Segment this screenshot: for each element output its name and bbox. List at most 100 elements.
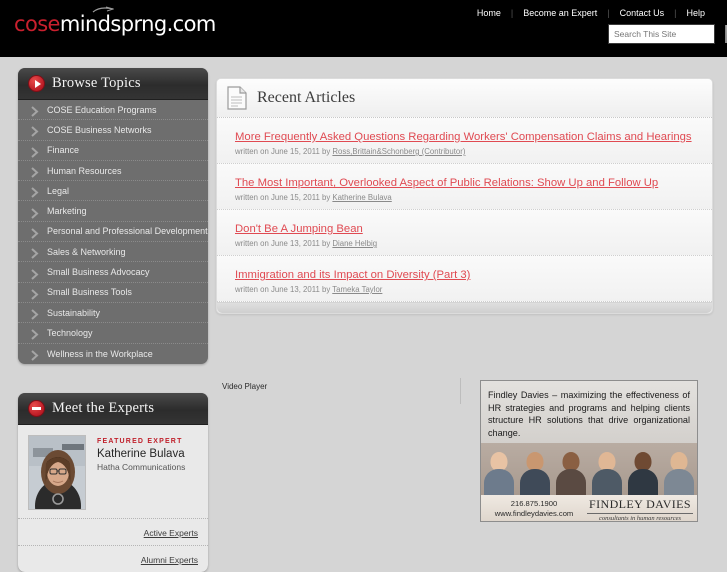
- chevron-right-icon: [30, 287, 40, 300]
- chevron-right-icon: [30, 104, 40, 117]
- advertisement-brand-name: FINDLEY DAVIES: [589, 496, 691, 511]
- advertisement-tagline: consultants in human resources: [587, 512, 693, 521]
- advertisement-logo: FINDLEY DAVIES consultants in human reso…: [587, 496, 697, 521]
- chevron-right-icon: [30, 307, 40, 320]
- recent-articles-card: Recent Articles More Frequently Asked Qu…: [216, 78, 713, 314]
- person-figure: [553, 447, 589, 495]
- article-author-link[interactable]: Diane Helbig: [332, 239, 377, 248]
- browse-topics-header: Browse Topics: [18, 68, 208, 100]
- chevron-right-icon: [30, 206, 40, 219]
- recent-articles-header: Recent Articles: [217, 79, 712, 118]
- person-figure: [517, 447, 553, 495]
- person-figure: [661, 447, 697, 495]
- search-box[interactable]: [608, 24, 727, 44]
- browse-topics-title: Browse Topics: [52, 75, 141, 91]
- document-icon: [227, 86, 247, 110]
- article-title-link[interactable]: More Frequently Asked Questions Regardin…: [235, 131, 692, 143]
- sidebar-item-marketing[interactable]: Marketing: [18, 201, 208, 222]
- featured-expert-name: Katherine Bulava: [97, 448, 185, 460]
- chevron-right-icon: [30, 348, 40, 361]
- advertisement-body-text: Findley Davies – maximizing the effectiv…: [488, 390, 690, 438]
- sidebar-item-label: Sales & Networking: [47, 246, 126, 257]
- chevron-right-icon: [30, 246, 40, 259]
- chevron-right-icon: [30, 327, 40, 341]
- sidebar-item-label: Marketing: [47, 206, 87, 217]
- article-byline: written on June 15, 2011 by Katherine Bu…: [235, 193, 712, 202]
- sidebar-item-personal-and-professional-development[interactable]: Personal and Professional Development: [18, 222, 208, 243]
- logo-cose-text: cose: [14, 12, 60, 36]
- chevron-right-icon: [30, 124, 40, 138]
- featured-expert-info: FEATURED EXPERT Katherine Bulava Hatha C…: [86, 435, 185, 510]
- sidebar-item-label: Small Business Advocacy: [47, 267, 150, 278]
- site-header: cosemindsprng.com Home | Become an Exper…: [0, 0, 727, 57]
- advertisement-people-photo: [481, 443, 697, 495]
- article-author-link[interactable]: Tameka Taylor: [332, 285, 382, 294]
- nav-item-become-an-expert[interactable]: Become an Expert: [513, 8, 607, 18]
- advertisement-website[interactable]: www.findleydavies.com: [481, 509, 587, 519]
- chevron-right-icon: [30, 185, 40, 199]
- article-title-link[interactable]: Don't Be A Jumping Bean: [235, 223, 363, 235]
- person-figure: [589, 447, 625, 495]
- minus-circle-icon: [28, 400, 45, 417]
- avatar: [28, 435, 86, 510]
- article-author-link[interactable]: Katherine Bulava: [332, 193, 391, 202]
- article-title-link[interactable]: Immigration and its Impact on Diversity …: [235, 269, 470, 281]
- video-player-area[interactable]: Video Player: [222, 382, 460, 545]
- featured-expert-row[interactable]: FEATURED EXPERT Katherine Bulava Hatha C…: [18, 425, 208, 518]
- nav-item-home[interactable]: Home: [467, 8, 511, 18]
- alumni-experts-link[interactable]: Alumni Experts: [141, 555, 198, 565]
- sidebar-item-legal[interactable]: Legal: [18, 181, 208, 202]
- article-author-link[interactable]: Ross,Brittain&Schonberg (Contributor): [332, 147, 465, 156]
- sidebar-item-finance[interactable]: Finance: [18, 141, 208, 161]
- chevron-right-icon: [30, 226, 40, 239]
- advertisement-banner[interactable]: Findley Davies – maximizing the effectiv…: [480, 380, 698, 522]
- meet-the-experts-panel: Meet the Experts FEATURED EXPERT Katheri…: [18, 393, 208, 572]
- sidebar-item-human-resources[interactable]: Human Resources: [18, 161, 208, 182]
- video-player-label: Video Player: [222, 382, 268, 391]
- sidebar-item-small-business-tools[interactable]: Small Business Tools: [18, 283, 208, 303]
- article-title-link[interactable]: The Most Important, Overlooked Aspect of…: [235, 177, 658, 189]
- article-list-item: Immigration and its Impact on Diversity …: [217, 256, 712, 302]
- sidebar-item-cose-business-networks[interactable]: COSE Business Networks: [18, 120, 208, 141]
- sidebar-item-technology[interactable]: Technology: [18, 323, 208, 344]
- sidebar-item-wellness-in-the-workplace[interactable]: Wellness in the Workplace: [18, 344, 208, 364]
- article-byline: written on June 15, 2011 by Ross,Brittai…: [235, 147, 712, 156]
- sidebar-item-label: Personal and Professional Development: [47, 226, 208, 237]
- nav-item-help[interactable]: Help: [676, 8, 715, 18]
- content-divider: [460, 378, 461, 404]
- article-list-item: More Frequently Asked Questions Regardin…: [217, 118, 712, 164]
- site-logo[interactable]: cosemindsprng.com: [14, 6, 216, 36]
- active-experts-link[interactable]: Active Experts: [144, 528, 198, 538]
- sidebar-item-label: Small Business Tools: [47, 287, 132, 298]
- sidebar-item-label: Sustainability: [47, 307, 101, 318]
- featured-expert-organization: Hatha Communications: [97, 462, 186, 472]
- search-input[interactable]: [609, 25, 725, 43]
- sidebar-item-label: Wellness in the Workplace: [47, 348, 153, 359]
- chevron-right-icon: [30, 267, 40, 280]
- sidebar-item-small-business-advocacy[interactable]: Small Business Advocacy: [18, 262, 208, 283]
- article-byline: written on June 13, 2011 by Tameka Taylo…: [235, 285, 712, 294]
- alumni-experts-row: Alumni Experts: [18, 545, 208, 572]
- sidebar-item-label: Finance: [47, 145, 80, 156]
- sidebar-item-label: COSE Education Programs: [47, 104, 157, 115]
- article-list-item: The Most Important, Overlooked Aspect of…: [217, 164, 712, 210]
- article-byline-prefix: written on June 15, 2011 by: [235, 147, 333, 156]
- chevron-right-icon: [30, 165, 40, 178]
- article-byline-prefix: written on June 13, 2011 by: [235, 239, 333, 248]
- advertisement-contact: 216.875.1900 www.findleydavies.com: [481, 499, 587, 519]
- sidebar-item-label: Technology: [47, 327, 93, 338]
- article-byline: written on June 13, 2011 by Diane Helbig: [235, 239, 712, 248]
- browse-topics-list: COSE Education Programs COSE Business Ne…: [18, 100, 208, 364]
- sidebar-item-label: Legal: [47, 185, 70, 196]
- chevron-right-icon: [30, 145, 40, 158]
- advertisement-phone: 216.875.1900: [510, 499, 558, 508]
- sidebar-item-cose-education-programs[interactable]: COSE Education Programs: [18, 100, 208, 121]
- sidebar-item-label: COSE Business Networks: [47, 124, 152, 135]
- sidebar-item-sales-and-networking[interactable]: Sales & Networking: [18, 242, 208, 263]
- article-byline-prefix: written on June 15, 2011 by: [235, 193, 333, 202]
- featured-expert-card: FEATURED EXPERT Katherine Bulava Hatha C…: [18, 425, 208, 572]
- nav-item-contact-us[interactable]: Contact Us: [610, 8, 675, 18]
- recent-articles-title: Recent Articles: [257, 89, 356, 106]
- person-figure: [481, 447, 517, 495]
- sidebar-item-sustainability[interactable]: Sustainability: [18, 303, 208, 324]
